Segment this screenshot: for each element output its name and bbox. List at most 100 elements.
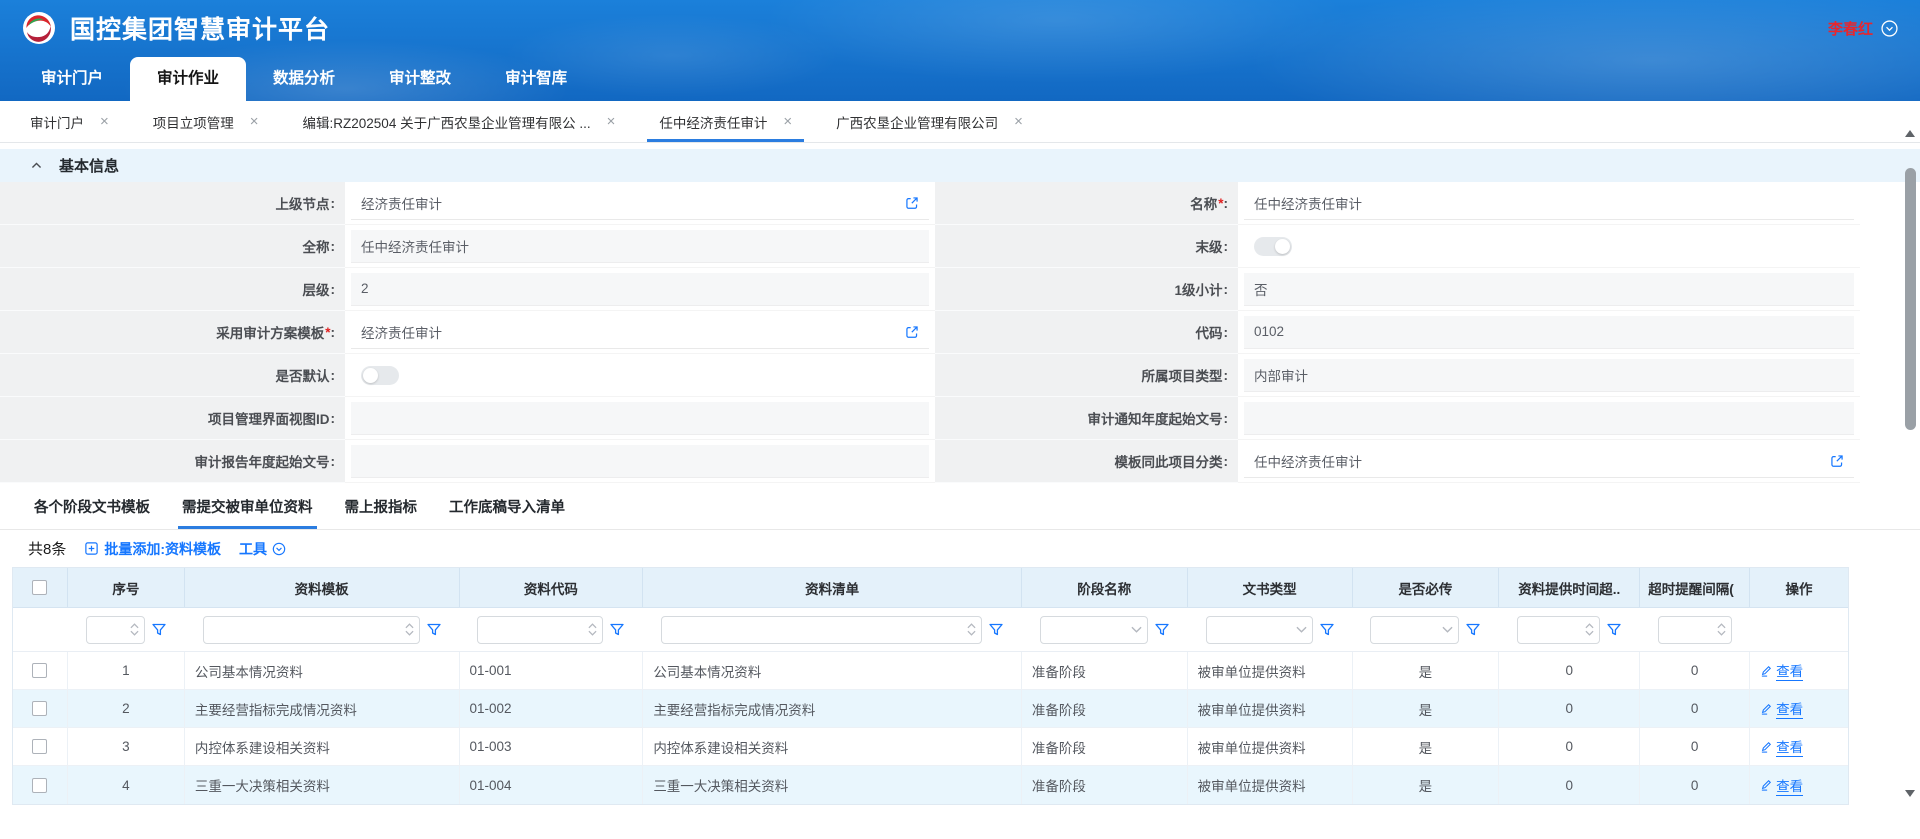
- column-header: 是否必传: [1353, 568, 1500, 607]
- filter-input[interactable]: [86, 616, 145, 644]
- full-name-field: 任中经济责任审计: [351, 230, 929, 263]
- collapse-chevron-icon[interactable]: [30, 159, 43, 172]
- tab-audit-portal[interactable]: 审计门户×: [8, 101, 131, 142]
- batch-add-button[interactable]: 批量添加:资料模板: [84, 539, 221, 559]
- filter-funnel-icon[interactable]: [426, 622, 442, 638]
- nav-item-audit-rectify[interactable]: 审计整改: [362, 57, 478, 101]
- cell: 0: [1499, 652, 1640, 689]
- external-link-icon[interactable]: [905, 325, 919, 339]
- cell: 是: [1353, 652, 1500, 689]
- subtab-required-materials[interactable]: 需提交被审单位资料: [182, 483, 313, 529]
- table-toolbar: 共8条 批量添加:资料模板 工具: [0, 530, 1920, 567]
- select-all-checkbox[interactable]: [32, 580, 47, 595]
- number-spinner[interactable]: [588, 623, 597, 636]
- close-icon[interactable]: ×: [1014, 114, 1023, 129]
- filter-funnel-icon[interactable]: [1465, 622, 1481, 638]
- subtab-workpaper-import[interactable]: 工作底稿导入清单: [449, 483, 565, 529]
- tab-edit-rz202504[interactable]: 编辑:RZ202504 关于广西农垦企业管理有限公 ...×: [281, 101, 638, 142]
- external-link-icon[interactable]: [905, 196, 919, 210]
- cell: 0: [1640, 652, 1750, 689]
- view-link[interactable]: 查看: [1760, 698, 1803, 719]
- number-spinner[interactable]: [1717, 623, 1726, 636]
- external-link-icon[interactable]: [1830, 454, 1844, 468]
- leaf-level-toggle[interactable]: [1254, 237, 1292, 256]
- cell: 01-001: [460, 652, 644, 689]
- row-checkbox[interactable]: [32, 663, 47, 678]
- close-icon[interactable]: ×: [783, 114, 792, 129]
- nav-item-audit-work[interactable]: 审计作业: [130, 57, 246, 101]
- scroll-down-icon[interactable]: [1905, 790, 1915, 797]
- is-default-toggle[interactable]: [361, 366, 399, 385]
- form-row: 全称: 任中经济责任审计 末级:: [0, 225, 1920, 268]
- subtab-report-indicators[interactable]: 需上报指标: [345, 483, 418, 529]
- filter-input[interactable]: [1658, 616, 1732, 644]
- dropdown-caret-icon[interactable]: [1442, 626, 1453, 633]
- user-menu[interactable]: 李春红: [1828, 18, 1898, 39]
- nav-item-audit-portal[interactable]: 审计门户: [14, 57, 130, 101]
- scrollbar-thumb[interactable]: [1905, 168, 1916, 430]
- materials-table: 序号资料模板资料代码资料清单阶段名称文书类型是否必传资料提供时间超..超时提醒间…: [12, 567, 1849, 805]
- row-checkbox[interactable]: [32, 778, 47, 793]
- app-header: 国控集团智慧审计平台 李春红 审计门户 审计作业 数据分析 审计整改 审计智库: [0, 0, 1920, 101]
- view-link[interactable]: 查看: [1760, 775, 1803, 796]
- filter-input[interactable]: [477, 616, 603, 644]
- filter-input[interactable]: [1040, 616, 1148, 644]
- field-label: 末级: [1196, 236, 1223, 256]
- level-field: 2: [351, 273, 929, 306]
- main-nav: 审计门户 审计作业 数据分析 审计整改 审计智库: [0, 56, 1920, 101]
- field-label: 采用审计方案模板: [216, 322, 324, 342]
- row-checkbox[interactable]: [32, 739, 47, 754]
- tab-project-approval[interactable]: 项目立项管理×: [131, 101, 281, 142]
- filter-funnel-icon[interactable]: [988, 622, 1004, 638]
- audit-plan-template-field[interactable]: 经济责任审计: [351, 316, 929, 349]
- chevron-down-circle-icon: [1881, 20, 1898, 37]
- code-field: 0102: [1244, 316, 1854, 349]
- close-icon[interactable]: ×: [607, 114, 616, 129]
- name-field[interactable]: 任中经济责任审计: [1244, 187, 1854, 220]
- filter-funnel-icon[interactable]: [1154, 622, 1170, 638]
- scroll-up-icon[interactable]: [1905, 130, 1915, 137]
- number-spinner[interactable]: [405, 623, 414, 636]
- filter-funnel-icon[interactable]: [151, 622, 167, 638]
- template-category-field[interactable]: 任中经济责任审计: [1244, 445, 1854, 478]
- subtab-stage-doc-templates[interactable]: 各个阶段文书模板: [34, 483, 150, 529]
- filter-funnel-icon[interactable]: [1606, 622, 1622, 638]
- number-spinner[interactable]: [967, 623, 976, 636]
- edit-pencil-icon: [1760, 665, 1772, 677]
- edit-pencil-icon: [1760, 703, 1772, 715]
- close-icon[interactable]: ×: [250, 114, 259, 129]
- vertical-scrollbar[interactable]: [1902, 126, 1919, 816]
- filter-funnel-icon[interactable]: [1319, 622, 1335, 638]
- view-link[interactable]: 查看: [1760, 660, 1803, 681]
- dropdown-caret-icon[interactable]: [1131, 626, 1142, 633]
- number-spinner[interactable]: [130, 623, 139, 636]
- report-doc-number-field: [351, 445, 929, 478]
- view-link[interactable]: 查看: [1760, 736, 1803, 757]
- add-square-icon: [84, 541, 99, 556]
- number-spinner[interactable]: [1585, 623, 1594, 636]
- table-row: 3内控体系建设相关资料01-003内控体系建设相关资料准备阶段被审单位提供资料是…: [13, 728, 1848, 766]
- nav-item-data-analysis[interactable]: 数据分析: [246, 57, 362, 101]
- filter-input[interactable]: [661, 616, 982, 644]
- cell: 公司基本情况资料: [185, 652, 460, 689]
- tab-guangxi-company[interactable]: 广西农垦企业管理有限公司×: [814, 101, 1045, 142]
- column-header: 资料提供时间超..: [1499, 568, 1640, 607]
- dropdown-caret-icon[interactable]: [1296, 626, 1307, 633]
- parent-node-field[interactable]: 经济责任审计: [351, 187, 929, 220]
- cell: 0: [1640, 766, 1750, 804]
- close-icon[interactable]: ×: [100, 114, 109, 129]
- filter-input[interactable]: [1370, 616, 1459, 644]
- tools-dropdown-button[interactable]: 工具: [239, 539, 286, 559]
- cell: 被审单位提供资料: [1188, 766, 1353, 804]
- project-type-field: 内部审计: [1244, 359, 1854, 392]
- row-checkbox[interactable]: [32, 701, 47, 716]
- cell: 2: [68, 690, 185, 727]
- filter-input[interactable]: [203, 616, 420, 644]
- tab-incumbency-audit[interactable]: 任中经济责任审计×: [637, 101, 814, 142]
- field-label: 上级节点: [276, 193, 330, 213]
- page-tabstrip: 审计门户× 项目立项管理× 编辑:RZ202504 关于广西农垦企业管理有限公 …: [0, 101, 1920, 143]
- filter-input[interactable]: [1517, 616, 1600, 644]
- nav-item-audit-knowledge[interactable]: 审计智库: [478, 57, 594, 101]
- filter-funnel-icon[interactable]: [609, 622, 625, 638]
- filter-input[interactable]: [1206, 616, 1313, 644]
